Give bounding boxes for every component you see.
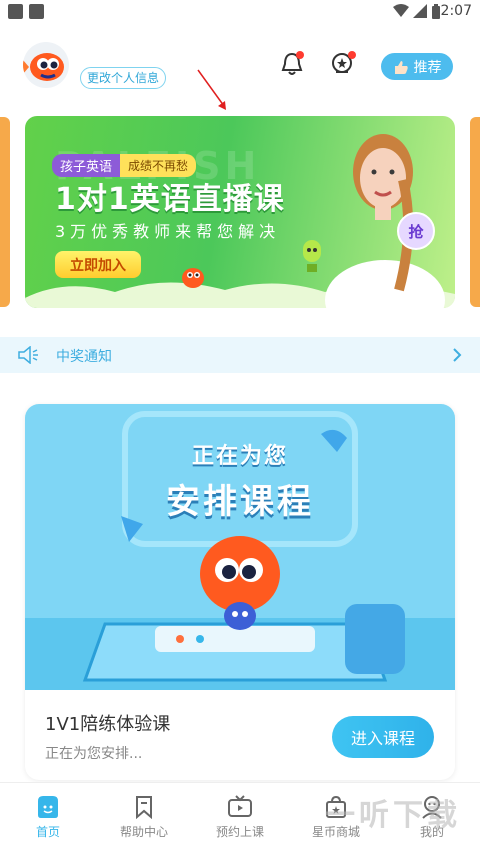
join-now-button[interactable]: 立即加入 — [55, 251, 141, 278]
nav-help-label: 帮助中心 — [119, 825, 168, 839]
notice-text: 中奖通知 — [56, 349, 112, 365]
trial-course-card[interactable]: 正在为您 安排课程 1V1陪练体验课 正在为您安排... 进入课程 — [25, 404, 455, 780]
course-status: 正在为您安排... — [45, 746, 143, 762]
wifi-icon — [393, 4, 409, 17]
recommend-label: 推荐 — [413, 59, 442, 76]
teacher-photo — [325, 134, 445, 308]
recommend-button[interactable]: 推荐 — [381, 53, 453, 80]
notification-icon — [8, 4, 23, 19]
tv-icon — [228, 795, 252, 817]
notification-icon — [29, 4, 44, 19]
bookmark-icon — [136, 796, 152, 819]
banner-subtitle: 3万优秀教师来帮您解决 — [55, 222, 281, 241]
microphone-icon — [303, 240, 321, 272]
unread-dot — [296, 51, 304, 59]
avatar[interactable] — [23, 42, 69, 88]
nav-book-label: 预约上课 — [215, 825, 264, 839]
nav-home-label: 首页 — [35, 825, 60, 839]
red-arrow-annotation — [197, 69, 226, 110]
banner-title: 1对1英语直播课 — [55, 182, 285, 217]
grab-badge[interactable]: 抢 — [397, 212, 435, 250]
course-title: 1V1陪练体验课 — [45, 714, 171, 735]
fish-mascot-icon — [23, 53, 64, 81]
home-icon — [38, 796, 58, 818]
enter-course-button[interactable]: 进入课程 — [332, 716, 434, 758]
illustration-caption-2: 安排课程 — [166, 482, 314, 522]
clock: 2:07 — [440, 3, 472, 19]
carousel-prev-slide[interactable] — [0, 117, 10, 307]
mini-fish-icon — [182, 268, 204, 288]
achievement-button[interactable] — [330, 51, 356, 81]
prize-notice-bar[interactable]: 中奖通知 — [0, 337, 480, 373]
edit-profile-link[interactable]: 更改个人信息 — [80, 67, 167, 89]
thumbs-up-icon — [394, 60, 408, 74]
course-illustration: 正在为您 安排课程 — [25, 404, 455, 690]
speaker-icon — [18, 346, 38, 364]
notifications-button[interactable] — [281, 51, 304, 80]
site-watermark: 一听下载 — [325, 798, 461, 833]
fish-mascot-icon — [200, 536, 280, 630]
nav-book-class[interactable]: 预约上课 — [192, 783, 288, 855]
nav-help-center[interactable]: 帮助中心 — [96, 783, 192, 855]
unread-dot — [348, 51, 356, 59]
illustration-caption-1: 正在为您 — [191, 444, 288, 469]
signal-icon — [413, 4, 427, 18]
carousel-next-slide[interactable] — [470, 117, 480, 307]
status-bar: 2:07 — [0, 0, 480, 24]
chevron-right-icon — [453, 348, 462, 362]
nav-home[interactable]: 首页 — [0, 783, 96, 855]
battery-icon — [432, 4, 440, 19]
promo-banner[interactable]: PALFISH 孩子英语 成绩不再愁 1对1英语直播课 3万优秀教师来帮您解决 … — [25, 116, 455, 308]
